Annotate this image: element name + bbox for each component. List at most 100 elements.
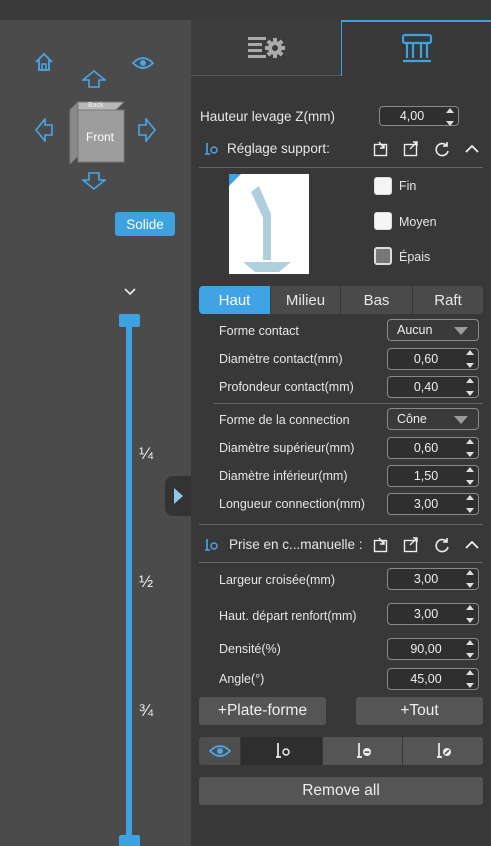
render-mode-button[interactable]: Solide	[115, 212, 175, 236]
tab-bas-label: Bas	[363, 291, 390, 309]
layer-slider-top-handle[interactable]	[119, 314, 140, 327]
divider	[199, 562, 483, 563]
title-bar	[0, 0, 491, 20]
rotate-right-icon[interactable]	[138, 118, 156, 142]
connection-length-value: 3,00	[413, 497, 439, 511]
contact-shape-label: Forme contact	[219, 324, 299, 338]
preset-moyen-checkbox[interactable]	[374, 212, 392, 230]
tab-haut[interactable]: Haut	[199, 286, 270, 314]
slider-label-quarter: ¼	[139, 444, 154, 463]
contact-diameter-value: 0,60	[413, 352, 439, 366]
manual-refresh-icon[interactable]	[433, 536, 451, 554]
rotate-up-icon[interactable]	[82, 70, 106, 88]
view-cube[interactable]: Back Front	[66, 100, 126, 164]
reinforce-start-value: 3,00	[413, 607, 439, 621]
angle-input[interactable]: 45,00	[387, 668, 479, 690]
divider	[199, 167, 483, 168]
supports-icon	[401, 33, 432, 63]
contact-shape-select[interactable]: Aucun	[387, 319, 479, 341]
home-icon[interactable]	[34, 52, 54, 72]
contact-depth-label: Profondeur contact(mm)	[219, 380, 354, 394]
lower-diameter-value: 1,50	[413, 469, 439, 483]
connection-shape-label: Forme de la connection	[219, 413, 350, 427]
remove-all-button[interactable]: Remove all	[199, 777, 483, 805]
density-label: Densité(%)	[219, 642, 281, 656]
divider	[214, 403, 483, 404]
slider-label-three-quarter: ¾	[139, 701, 154, 720]
refresh-icon[interactable]	[433, 140, 451, 158]
contact-depth-value: 0,40	[413, 380, 439, 394]
contact-diameter-label: Diamètre contact(mm)	[219, 352, 343, 366]
support-settings-title: Réglage support:	[227, 141, 330, 156]
tab-raft-label: Raft	[434, 291, 462, 309]
preset-epais-checkbox[interactable]	[374, 247, 392, 265]
play-arrow-icon	[174, 488, 183, 504]
lift-height-label: Hauteur levage Z(mm)	[200, 109, 336, 124]
remove-support-tool-button[interactable]	[323, 737, 402, 765]
manual-collapse-up-icon[interactable]	[463, 536, 481, 554]
reinforce-start-label: Haut. départ renfort(mm)	[219, 609, 357, 623]
lift-height-input[interactable]: 4,00	[379, 106, 459, 126]
manual-import-icon[interactable]	[372, 536, 390, 554]
upper-diameter-value: 0,60	[413, 441, 439, 455]
lower-diameter-input[interactable]: 1,50	[387, 465, 479, 487]
remove-all-label: Remove all	[302, 782, 380, 799]
add-platform-button[interactable]: +Plate-forme	[199, 697, 326, 725]
cube-top-label: Back	[88, 102, 104, 109]
add-all-label: +Tout	[400, 702, 439, 719]
connection-shape-value: Cône	[397, 412, 427, 426]
preset-epais-label: Épais	[399, 250, 431, 264]
import-icon[interactable]	[372, 140, 390, 158]
cube-front-label: Front	[86, 130, 115, 144]
collapse-up-icon[interactable]	[463, 140, 481, 158]
settings-gear-icon	[248, 36, 285, 58]
collapse-panel-handle[interactable]	[165, 476, 191, 516]
preset-fin-checkbox[interactable]	[374, 177, 392, 195]
rotate-down-icon[interactable]	[82, 172, 106, 190]
manual-export-icon[interactable]	[402, 536, 420, 554]
edit-support-tool-button[interactable]	[403, 737, 483, 765]
preset-moyen-label: Moyen	[399, 215, 437, 229]
render-mode-label: Solide	[126, 216, 164, 232]
upper-diameter-label: Diamètre supérieur(mm)	[219, 441, 355, 455]
rotate-left-icon[interactable]	[35, 118, 53, 142]
angle-label: Angle(°)	[219, 672, 265, 686]
toggle-visibility-button[interactable]	[199, 737, 240, 765]
contact-shape-value: Aucun	[397, 323, 433, 337]
eye-icon	[208, 745, 231, 757]
support-preview-image	[229, 174, 309, 274]
layer-slider-bottom-handle[interactable]	[119, 835, 140, 846]
tab-milieu[interactable]: Milieu	[271, 286, 340, 314]
divider	[199, 524, 483, 525]
layer-slider-track[interactable]	[126, 320, 132, 846]
density-input[interactable]: 90,00	[387, 638, 479, 660]
support-pin-icon	[205, 143, 218, 155]
remove-support-icon	[356, 743, 371, 758]
connection-shape-select[interactable]: Cône	[387, 408, 479, 430]
cross-width-input[interactable]: 3,00	[387, 568, 479, 590]
add-all-button[interactable]: +Tout	[356, 697, 483, 725]
manual-section-title: Prise en c...manuelle :	[229, 537, 363, 552]
connection-length-input[interactable]: 3,00	[387, 493, 479, 515]
connection-length-label: Longueur connection(mm)	[219, 497, 365, 511]
angle-value: 45,00	[410, 672, 442, 686]
add-support-tool-button[interactable]	[241, 737, 322, 765]
cross-width-label: Largeur croisée(mm)	[219, 573, 336, 587]
eye-view-icon[interactable]	[132, 55, 154, 71]
chevron-down-icon[interactable]	[123, 287, 137, 297]
contact-depth-input[interactable]: 0,40	[387, 376, 479, 398]
edit-support-icon	[437, 743, 451, 758]
add-platform-label: +Plate-forme	[217, 702, 308, 719]
lift-height-value: 4,00	[399, 109, 425, 123]
cross-width-value: 3,00	[413, 572, 439, 586]
preset-fin-label: Fin	[399, 179, 417, 193]
tab-supports[interactable]	[341, 20, 491, 76]
contact-diameter-input[interactable]: 0,60	[387, 348, 479, 370]
tab-print-settings[interactable]	[191, 20, 341, 76]
export-icon[interactable]	[402, 140, 420, 158]
density-value: 90,00	[410, 642, 442, 656]
tab-raft[interactable]: Raft	[413, 286, 483, 314]
upper-diameter-input[interactable]: 0,60	[387, 437, 479, 459]
reinforce-start-input[interactable]: 3,00	[387, 603, 479, 625]
tab-bas[interactable]: Bas	[341, 286, 412, 314]
